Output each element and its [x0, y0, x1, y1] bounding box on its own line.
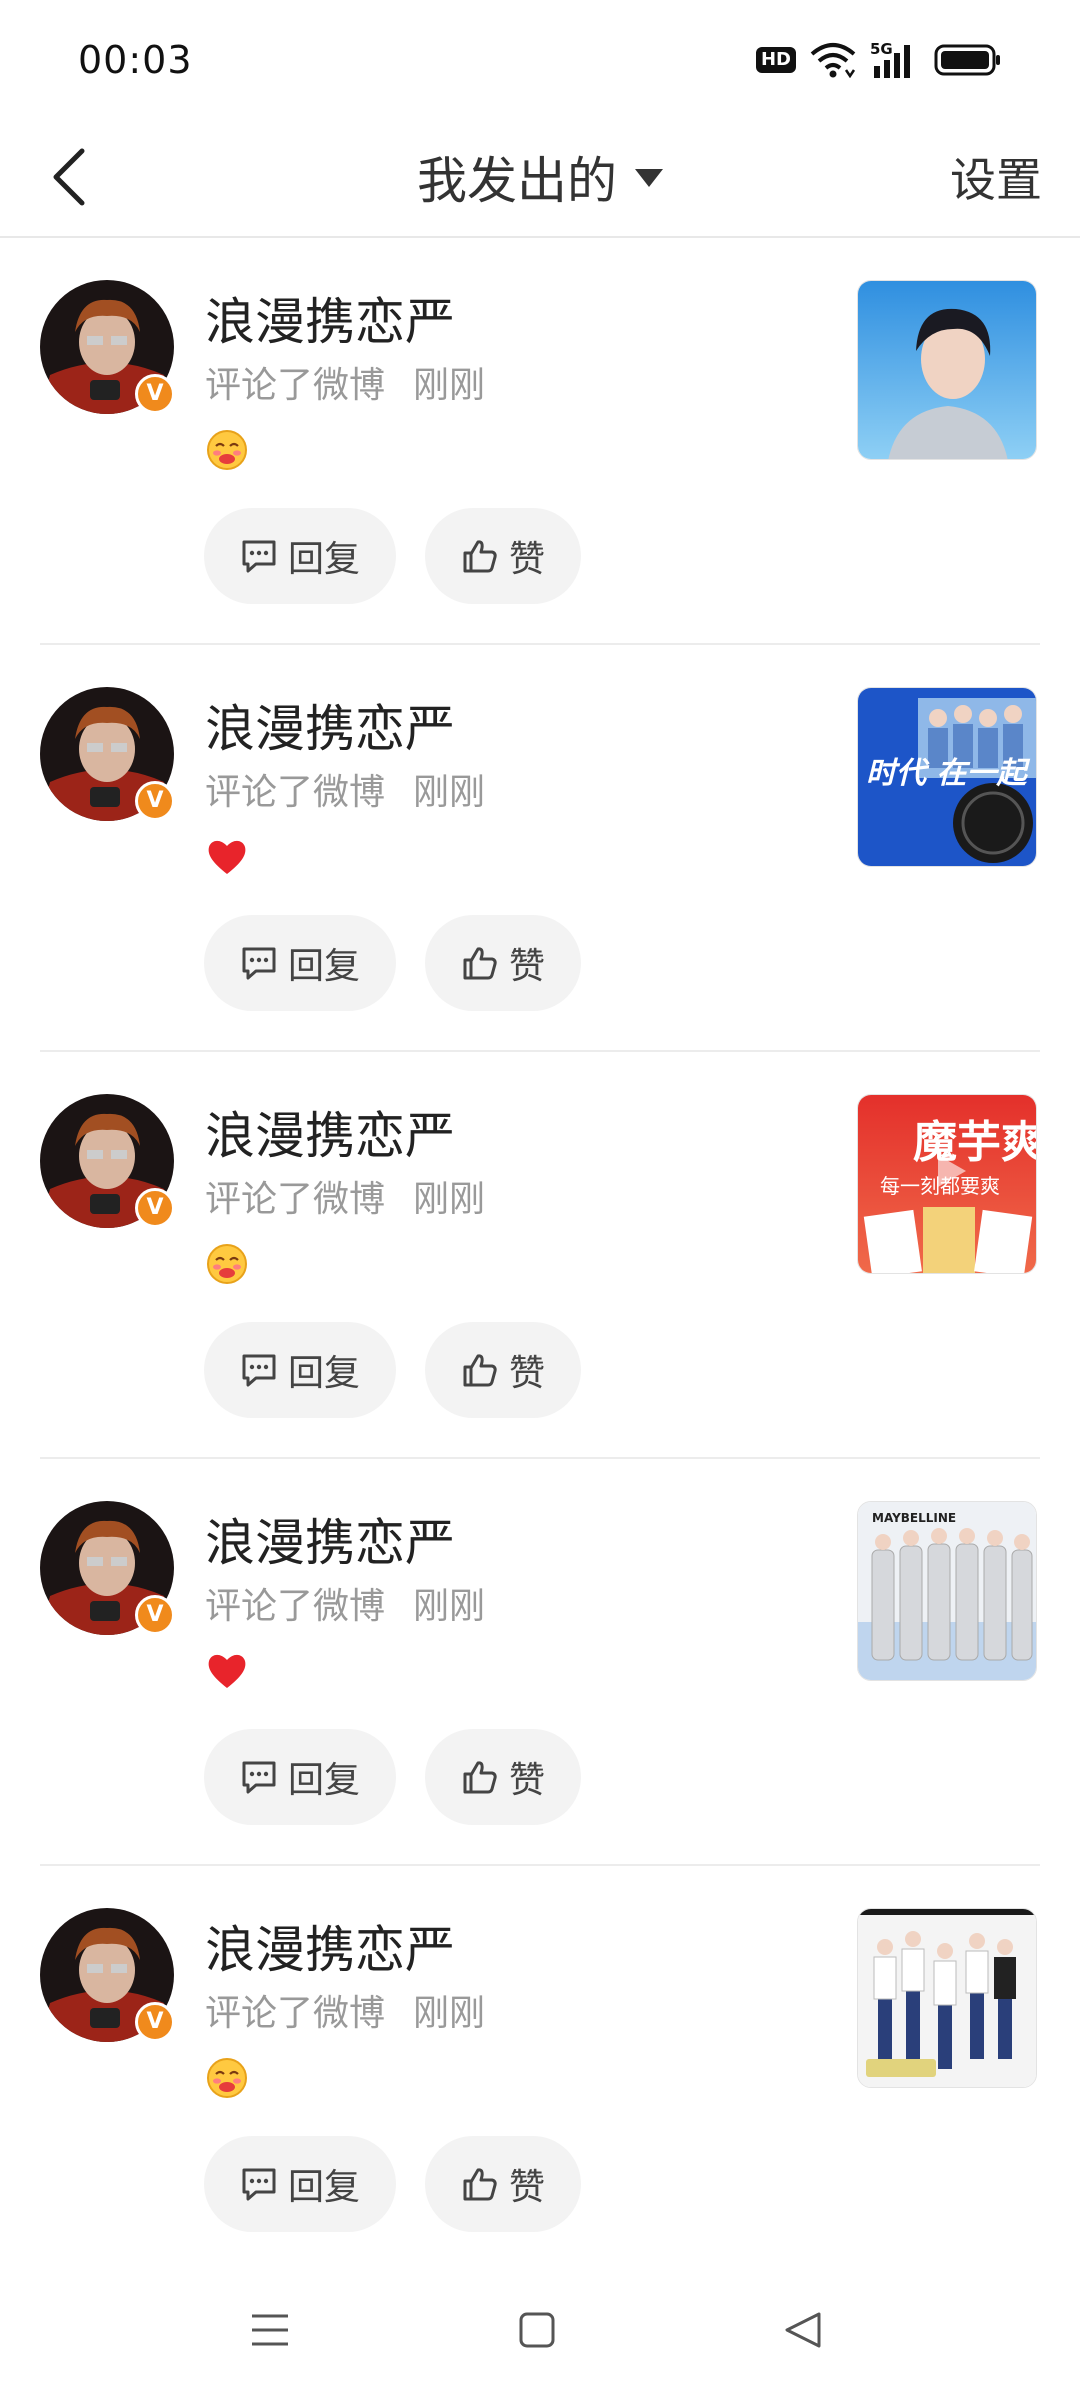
post-thumbnail[interactable] — [857, 280, 1037, 460]
like-button[interactable]: 赞 — [425, 1322, 581, 1418]
action-text: 评论了微博 — [205, 772, 386, 813]
reply-button[interactable]: 回复 — [204, 915, 396, 1011]
blush-hug-emoji-icon — [207, 430, 247, 470]
timestamp: 刚刚 — [413, 1179, 486, 1220]
thumbs-up-icon — [463, 1761, 497, 1794]
comment-icon — [242, 2168, 276, 2201]
username[interactable]: 浪漫携恋严 — [205, 1503, 455, 1575]
verified-badge-icon: V — [135, 781, 175, 821]
reply-button[interactable]: 回复 — [204, 2136, 396, 2232]
nav-bar: 我发出的 设置 — [0, 120, 1080, 238]
status-icons: HD 5G — [755, 40, 1002, 80]
like-button[interactable]: 赞 — [425, 1729, 581, 1825]
reply-label: 回复 — [287, 539, 360, 580]
hd-badge: HD — [755, 47, 796, 73]
comment-meta: 评论了微博 刚刚 — [205, 1984, 485, 2036]
comment-meta: 评论了微博 刚刚 — [205, 1577, 485, 1629]
battery-icon — [934, 43, 1002, 77]
svg-text:5G: 5G — [870, 40, 893, 58]
caret-down-icon — [635, 169, 663, 187]
like-label: 赞 — [508, 539, 545, 580]
reply-button[interactable]: 回复 — [204, 1729, 396, 1825]
thumbs-up-icon — [463, 947, 497, 980]
comment-meta: 评论了微博 刚刚 — [205, 356, 485, 408]
comment-icon — [242, 947, 276, 980]
list-item: V 浪漫携恋严 评论了微博 刚刚 回复 赞 MAYBELLINE — [0, 1459, 1080, 1866]
list-item: V 浪漫携恋严 评论了微博 刚刚 回复 赞 — [0, 1866, 1080, 2273]
list-item: V 浪漫携恋严 评论了微博 刚刚 回复 赞 — [0, 1052, 1080, 1459]
verified-badge-icon: V — [135, 1595, 175, 1635]
reply-label: 回复 — [287, 2167, 360, 2208]
comment-meta: 评论了微博 刚刚 — [205, 763, 485, 815]
settings-button[interactable]: 设置 — [950, 142, 1042, 212]
post-thumbnail[interactable]: 魔芋爽 每一刻都要爽 — [857, 1094, 1037, 1274]
like-label: 赞 — [508, 1760, 545, 1801]
timestamp: 刚刚 — [413, 365, 486, 406]
reply-label: 回复 — [287, 946, 360, 987]
post-thumbnail[interactable]: MAYBELLINE — [857, 1501, 1037, 1681]
thumbnail-text: 魔芋爽 — [913, 1117, 1037, 1168]
username[interactable]: 浪漫携恋严 — [205, 282, 455, 354]
post-thumbnail[interactable]: 时代 在一起 — [857, 687, 1037, 867]
like-button[interactable]: 赞 — [425, 2136, 581, 2232]
signal-5g-icon: 5G — [870, 40, 920, 80]
reply-label: 回复 — [287, 1760, 360, 1801]
thumbs-up-icon — [463, 540, 497, 573]
square-home-icon — [519, 2312, 555, 2348]
list-item: V 浪漫携恋严 评论了微博 刚刚 回复 赞 — [0, 238, 1080, 645]
reply-button[interactable]: 回复 — [204, 1322, 396, 1418]
avatar[interactable]: V — [40, 280, 175, 414]
system-back-button[interactable] — [763, 2300, 843, 2360]
avatar[interactable]: V — [40, 1501, 175, 1635]
comment-meta: 评论了微博 刚刚 — [205, 1170, 485, 1222]
action-text: 评论了微博 — [205, 1179, 386, 1220]
home-button[interactable] — [497, 2300, 577, 2360]
status-time: 00:03 — [78, 38, 193, 82]
username[interactable]: 浪漫携恋严 — [205, 689, 455, 761]
verified-badge-icon: V — [135, 2002, 175, 2042]
system-navigation-bar — [0, 2260, 1080, 2400]
blush-hug-emoji-icon — [207, 2058, 247, 2098]
reply-button[interactable]: 回复 — [204, 508, 396, 604]
comment-icon — [242, 1761, 276, 1794]
comment-feed: V 浪漫携恋严 评论了微博 刚刚 回复 赞 V 浪漫携恋严 评论了微博 刚刚 回… — [0, 238, 1080, 2273]
like-label: 赞 — [508, 2167, 545, 2208]
red-heart-icon — [208, 1654, 246, 1688]
action-text: 评论了微博 — [205, 365, 386, 406]
reply-label: 回复 — [287, 1353, 360, 1394]
username[interactable]: 浪漫携恋严 — [205, 1096, 455, 1168]
timestamp: 刚刚 — [413, 1993, 486, 2034]
thumbs-up-icon — [463, 2168, 497, 2201]
timestamp: 刚刚 — [413, 772, 486, 813]
comment-icon — [242, 1354, 276, 1387]
like-button[interactable]: 赞 — [425, 915, 581, 1011]
comment-icon — [242, 540, 276, 573]
menu-button[interactable] — [230, 2300, 310, 2360]
thumbs-up-icon — [463, 1354, 497, 1387]
like-label: 赞 — [508, 1353, 545, 1394]
action-text: 评论了微博 — [205, 1993, 386, 2034]
thumbnail-text: MAYBELLINE — [872, 1511, 956, 1525]
blush-hug-emoji-icon — [207, 1244, 247, 1284]
like-label: 赞 — [508, 946, 545, 987]
thumbnail-text: 时代 在一起 — [866, 756, 1030, 791]
action-text: 评论了微博 — [205, 1586, 386, 1627]
wifi-icon — [810, 42, 856, 78]
avatar[interactable]: V — [40, 1094, 175, 1228]
page-title: 我发出的 — [417, 152, 617, 210]
like-button[interactable]: 赞 — [425, 508, 581, 604]
verified-badge-icon: V — [135, 374, 175, 414]
verified-badge-icon: V — [135, 1188, 175, 1228]
username[interactable]: 浪漫携恋严 — [205, 1910, 455, 1982]
avatar[interactable]: V — [40, 687, 175, 821]
post-thumbnail[interactable] — [857, 1908, 1037, 2088]
menu-icon — [252, 2314, 288, 2346]
filter-dropdown[interactable]: 我发出的 — [0, 142, 1080, 212]
red-heart-icon — [208, 840, 246, 874]
status-bar: 00:03 HD 5G — [0, 0, 1080, 120]
avatar[interactable]: V — [40, 1908, 175, 2042]
triangle-back-icon — [785, 2312, 821, 2348]
timestamp: 刚刚 — [413, 1586, 486, 1627]
list-item: V 浪漫携恋严 评论了微博 刚刚 回复 赞 — [0, 645, 1080, 1052]
